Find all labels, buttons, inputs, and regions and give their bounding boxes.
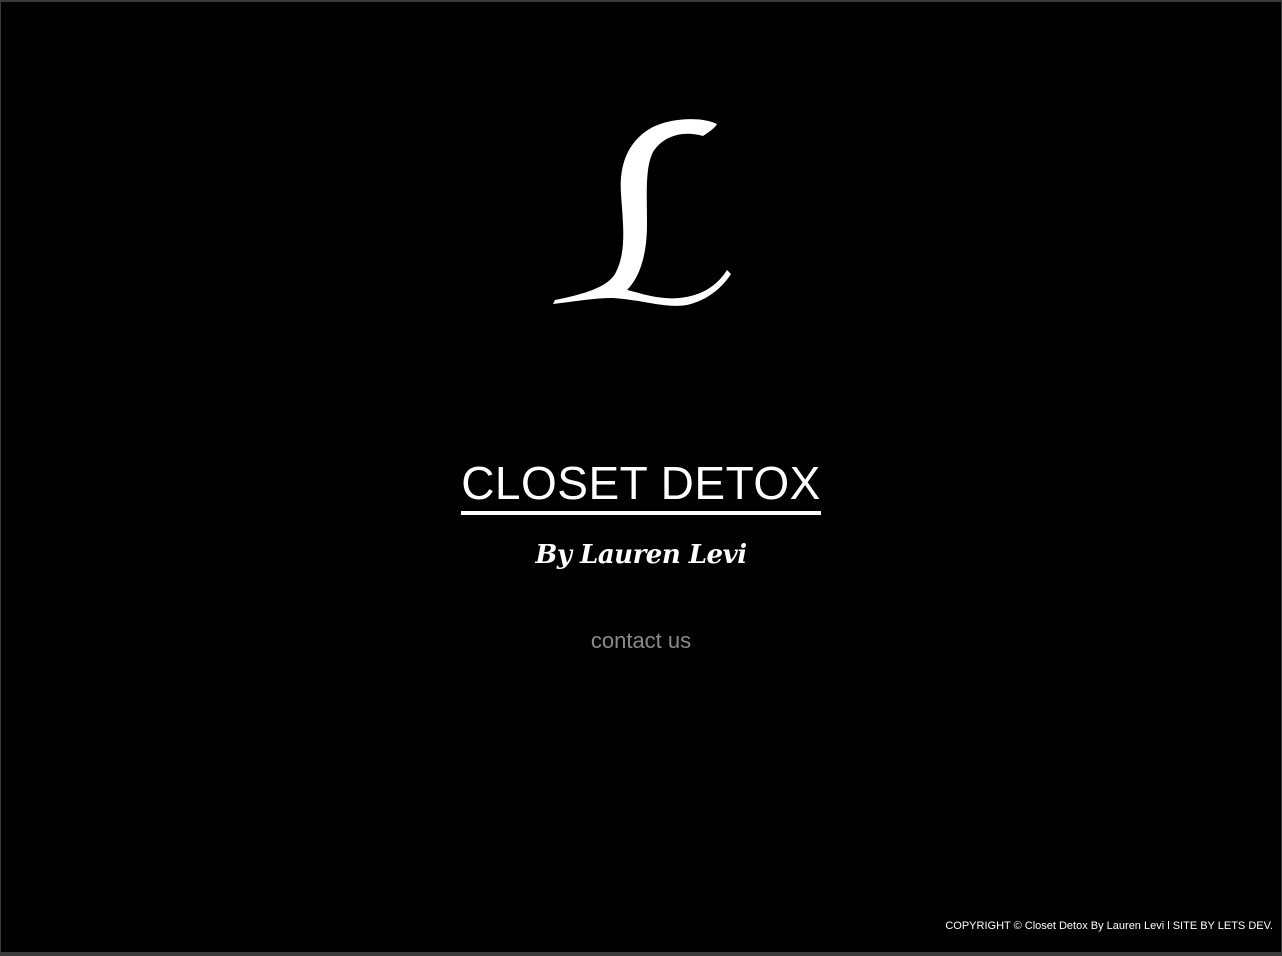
contact-container: contact us: [1, 628, 1281, 654]
byline: By Lauren Levi: [535, 540, 747, 570]
site-title-link[interactable]: CLOSET DETOX: [1, 457, 1281, 515]
contact-us-link[interactable]: contact us: [591, 628, 691, 653]
page: CLOSET DETOX By Lauren Levi contact us C…: [1, 2, 1281, 952]
script-letter-l-icon: [553, 119, 731, 306]
site-title: CLOSET DETOX: [461, 457, 821, 515]
footer-copyright: COPYRIGHT © Closet Detox By Lauren Levi …: [945, 920, 1273, 932]
